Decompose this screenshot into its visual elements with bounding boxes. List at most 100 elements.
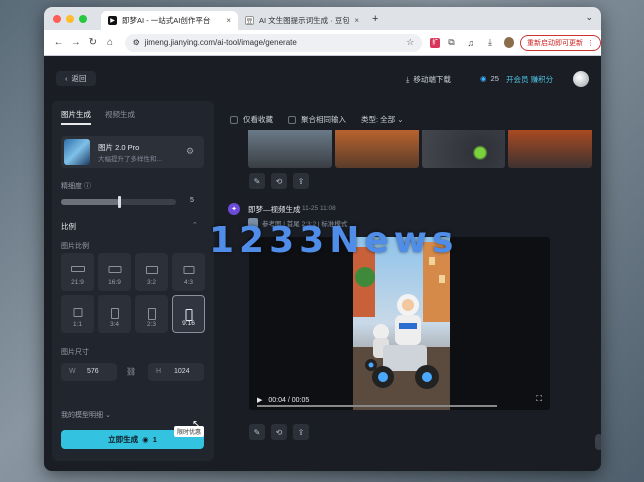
ratio-option-2-3[interactable]: 2:3: [135, 295, 168, 333]
video-progress-bar[interactable]: [257, 405, 497, 407]
ratio-option-21-9[interactable]: 21:9: [61, 253, 94, 291]
result-filters: 仅看收藏 聚合相同输入 类型: 全部 ⌄: [230, 114, 404, 125]
result-image[interactable]: [248, 130, 332, 168]
advanced-toggle[interactable]: 我的模型明细 ⌄: [61, 410, 111, 420]
tab-video-generate[interactable]: 视频生成: [105, 109, 135, 125]
video-frame: [353, 237, 450, 410]
height-key: H: [156, 368, 162, 375]
close-tab-icon[interactable]: ×: [354, 16, 359, 25]
profile-avatar[interactable]: [503, 37, 515, 48]
ratio-shape-icon: [73, 308, 82, 317]
progress-fill: [257, 405, 497, 407]
panel-tabs: 图片生成 视频生成: [61, 109, 135, 125]
collapse-chevron-icon[interactable]: ⌃: [192, 221, 198, 229]
extension-red-icon[interactable]: 扩: [430, 37, 440, 48]
tab-bar: ▶ 即梦AI - 一站式AI创作平台 × 豆 AI 文生图提示词生成 · 豆包 …: [44, 7, 601, 30]
merge-filter[interactable]: 聚合相同输入: [288, 114, 346, 125]
reload-icon[interactable]: ↻: [84, 37, 101, 48]
share-icon[interactable]: ⇪: [293, 173, 309, 189]
width-input[interactable]: W 576: [61, 363, 117, 381]
previous-images: [248, 130, 592, 168]
result-image[interactable]: [508, 130, 592, 168]
regenerate-icon[interactable]: ⟲: [271, 424, 287, 440]
bookmark-star-icon[interactable]: ☆: [406, 37, 414, 48]
ratio-label: 1:1: [72, 321, 83, 328]
jimeng-logo-icon: ✦: [228, 203, 240, 215]
generate-label: 立即生成: [108, 435, 139, 444]
user-avatar[interactable]: [573, 71, 589, 87]
model-selector[interactable]: 图片 2.0 Pro 大幅提升了多样性和... ⚙: [61, 136, 204, 168]
mouse-cursor-icon: ↖: [192, 419, 201, 430]
media-controls-icon[interactable]: ♫: [463, 38, 478, 48]
jimeng-app: ‹ 返回 ⤓ 移动端下载 ◉ 25 开会员 赚积分 图片生成 视频生成 图片 2.0 …: [44, 56, 601, 471]
generation-settings-panel: 图片生成 视频生成 图片 2.0 Pro 大幅提升了多样性和... ⚙ 精细度 …: [52, 101, 214, 461]
minimize-window-button[interactable]: [66, 14, 74, 23]
share-icon[interactable]: ⇪: [293, 424, 309, 440]
tab-list-chevron-icon[interactable]: ⌄: [585, 12, 593, 23]
slider-fill: [61, 199, 119, 205]
total-time: 00:05: [291, 396, 310, 404]
ratio-option-3-2[interactable]: 3:2: [135, 253, 168, 291]
ratio-shape-icon: [183, 266, 194, 274]
site-info-icon[interactable]: ⚙: [133, 38, 140, 47]
scroll-handle[interactable]: [595, 434, 601, 450]
generation-title: 即梦—视频生成: [248, 205, 301, 214]
ratio-option-4-3[interactable]: 4:3: [172, 253, 205, 291]
edit-icon[interactable]: ✎: [249, 424, 265, 440]
ratio-option-1-1[interactable]: 1:1: [61, 295, 94, 333]
video-controls: ▶ 00:04 / 00:05: [249, 390, 550, 410]
back-button[interactable]: ‹ 返回: [56, 71, 96, 86]
vip-link[interactable]: 开会员 赚积分: [506, 74, 553, 85]
play-icon[interactable]: ▶: [257, 396, 262, 404]
video-time: 00:04 / 00:05: [268, 396, 310, 404]
sliders-icon[interactable]: ⚙: [186, 146, 194, 157]
downloads-icon[interactable]: ⤓: [482, 37, 497, 48]
url-field[interactable]: ⚙ jimeng.jianying.com/ai-tool/image/gene…: [124, 33, 423, 52]
forward-arrow-icon[interactable]: →: [67, 37, 84, 48]
link-ratio-icon[interactable]: ⛓: [126, 367, 136, 376]
tab-image-generate[interactable]: 图片生成: [61, 109, 91, 125]
regenerate-icon[interactable]: ⟲: [271, 173, 287, 189]
tab-jimeng[interactable]: ▶ 即梦AI - 一站式AI创作平台 ×: [101, 11, 238, 30]
ratio-option-3-4[interactable]: 3:4: [98, 295, 131, 333]
video-player[interactable]: ▶ 00:04 / 00:05 ⛶: [249, 237, 550, 410]
type-filter[interactable]: 类型: 全部 ⌄: [361, 114, 404, 125]
window-controls: [53, 14, 101, 23]
height-value: 1024: [174, 368, 190, 375]
ratio-option-16-9[interactable]: 16:9: [98, 253, 131, 291]
ratio-option-9-16[interactable]: 9:16: [172, 295, 205, 333]
tab-doubao[interactable]: 豆 AI 文生图提示词生成 · 豆包 ×: [238, 11, 366, 30]
fineness-slider[interactable]: [61, 196, 176, 208]
mobile-download-link[interactable]: ⤓ 移动端下载: [406, 74, 451, 85]
favorites-filter[interactable]: 仅看收藏: [230, 114, 273, 125]
ratio-label: 4:3: [183, 279, 194, 286]
back-arrow-icon[interactable]: ←: [50, 37, 67, 48]
close-window-button[interactable]: [53, 14, 61, 23]
home-icon[interactable]: ⌂: [101, 37, 118, 48]
credits-counter[interactable]: ◉ 25: [480, 74, 499, 83]
result-image[interactable]: [334, 130, 419, 168]
edit-icon[interactable]: ✎: [249, 173, 265, 189]
new-tab-button[interactable]: +: [372, 13, 378, 25]
maximize-window-button[interactable]: [79, 14, 87, 23]
ratio-label: 3:2: [146, 279, 157, 286]
current-time: 00:04: [268, 396, 286, 404]
update-button[interactable]: 重新启动即可更新 ⋮: [520, 34, 601, 51]
slider-handle[interactable]: [117, 196, 121, 208]
ratio-shape-icon: [145, 266, 158, 274]
result-image[interactable]: [421, 130, 506, 168]
ratio-shape-icon: [147, 308, 156, 320]
video-toolbar: ✎ ⟲ ⇪: [249, 424, 309, 440]
chevron-down-icon: ⌄: [397, 115, 404, 124]
tab-title: 即梦AI - 一站式AI创作平台: [122, 16, 211, 25]
checkbox-icon: [288, 116, 296, 125]
doubao-favicon-icon: 豆: [245, 16, 254, 25]
extensions-puzzle-icon[interactable]: ⧉: [444, 37, 459, 48]
ratio-label: 3:4: [109, 321, 120, 328]
info-icon[interactable]: ⓘ: [84, 183, 91, 190]
close-tab-icon[interactable]: ×: [226, 16, 231, 25]
height-input[interactable]: H 1024: [148, 363, 204, 381]
fullscreen-icon[interactable]: ⛶: [536, 394, 542, 404]
ratio-shape-icon: [110, 308, 119, 319]
url-text: jimeng.jianying.com/ai-tool/image/genera…: [144, 38, 297, 47]
